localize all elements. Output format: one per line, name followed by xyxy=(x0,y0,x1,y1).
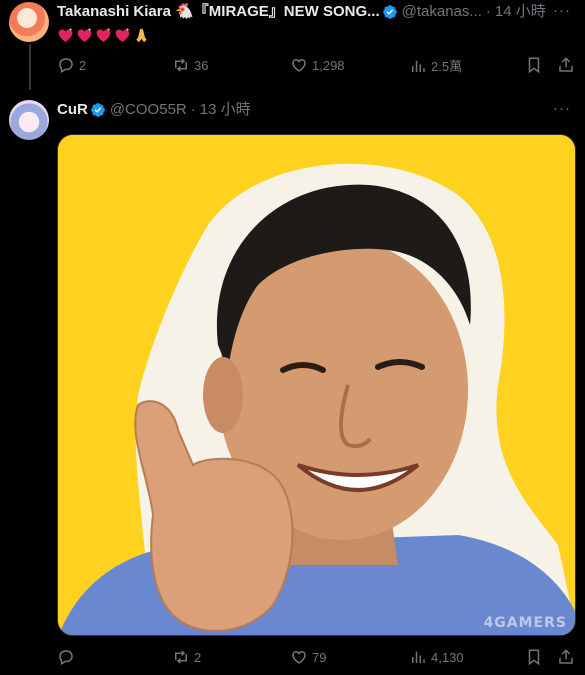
sparkling-heart-icon xyxy=(77,28,92,43)
like-count: 1,298 xyxy=(312,57,345,73)
views-count: 4,130 xyxy=(431,649,464,665)
handle[interactable]: @takanas... xyxy=(402,2,482,22)
reply-count: 2 xyxy=(79,57,87,73)
avatar[interactable] xyxy=(9,100,49,140)
handle[interactable]: @COO55R xyxy=(110,100,187,120)
watermark: 4GAMERS xyxy=(483,615,567,631)
retweet-button[interactable]: 2 xyxy=(172,648,201,666)
heart-icon xyxy=(292,58,306,72)
thumbs-up-man-illustration xyxy=(58,135,575,635)
retweet-count: 2 xyxy=(194,649,202,665)
tweet-media-image[interactable]: 4GAMERS xyxy=(57,134,576,636)
action-bar: 2 36 1,298 2.5萬 xyxy=(57,56,575,78)
tweet-text xyxy=(57,26,152,46)
retweet-button[interactable]: 36 xyxy=(172,56,208,74)
views-button[interactable]: 4,130 xyxy=(409,648,464,666)
views-count: 2.5萬 xyxy=(431,59,463,74)
reply-icon xyxy=(59,58,73,74)
verified-badge-icon xyxy=(90,103,105,117)
heart-icon xyxy=(292,650,306,664)
bookmark-button[interactable] xyxy=(525,56,547,74)
more-options-icon[interactable]: ··· xyxy=(553,2,571,19)
avatar[interactable] xyxy=(9,2,49,42)
tweet-2[interactable]: CuR @COO55R · 13 小時 ··· 4GAMERS 2 79 4,1… xyxy=(0,90,585,675)
share-icon xyxy=(559,649,573,664)
tweet-1[interactable]: Takanashi Kiara 🐔『MIRAGE』NEW SONG... @ta… xyxy=(0,0,585,90)
folded-hands-icon xyxy=(136,28,147,43)
sparkling-heart-icon xyxy=(115,28,130,43)
action-bar: 2 79 4,130 xyxy=(57,648,575,670)
timestamp[interactable]: 14 小時 xyxy=(495,2,546,22)
views-button[interactable]: 2.5萬 xyxy=(409,56,462,75)
reply-button[interactable]: 2 xyxy=(57,56,86,74)
bookmark-icon xyxy=(528,649,540,666)
retweet-icon xyxy=(175,58,187,72)
sparkling-heart-icon xyxy=(58,28,73,43)
views-bar-chart-icon xyxy=(412,60,425,72)
sparkling-heart-icon xyxy=(96,28,111,43)
share-button[interactable] xyxy=(557,56,579,74)
share-icon xyxy=(559,57,573,72)
views-bar-chart-icon xyxy=(412,651,425,663)
display-name[interactable]: CuR xyxy=(57,100,88,120)
bookmark-button[interactable] xyxy=(525,648,547,666)
reply-icon xyxy=(59,650,73,666)
tweet-header: Takanashi Kiara 🐔『MIRAGE』NEW SONG... @ta… xyxy=(57,2,546,22)
like-count: 79 xyxy=(312,649,327,665)
retweet-icon xyxy=(175,650,187,664)
bookmark-icon xyxy=(528,57,540,74)
display-name[interactable]: Takanashi Kiara 🐔『MIRAGE』NEW SONG... xyxy=(57,2,380,22)
retweet-count: 36 xyxy=(194,57,209,73)
verified-badge-icon xyxy=(382,5,397,19)
timestamp[interactable]: 13 小時 xyxy=(200,100,251,120)
like-button[interactable]: 79 xyxy=(290,648,326,666)
like-button[interactable]: 1,298 xyxy=(290,56,345,74)
reply-button[interactable] xyxy=(57,648,79,666)
thread-line xyxy=(29,44,31,90)
tweet-header: CuR @COO55R · 13 小時 xyxy=(57,100,251,120)
more-options-icon[interactable]: ··· xyxy=(553,100,571,117)
share-button[interactable] xyxy=(557,648,579,666)
